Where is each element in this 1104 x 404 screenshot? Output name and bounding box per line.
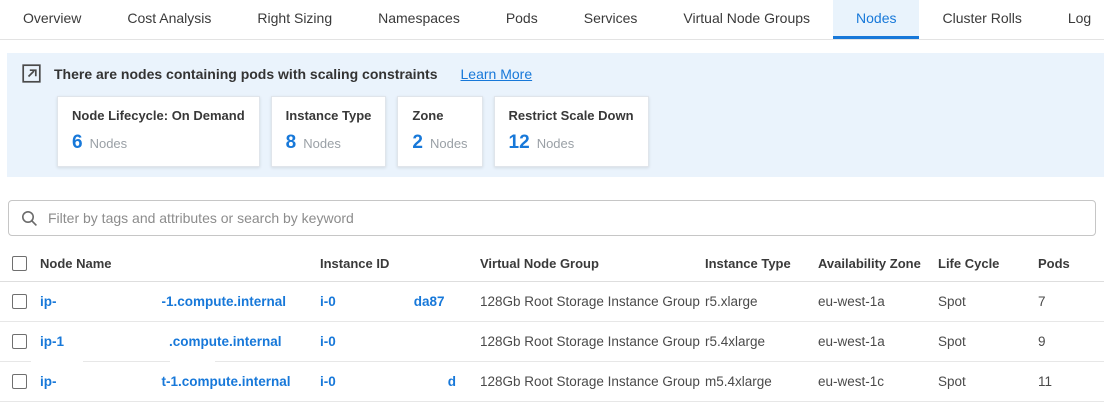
tab-services[interactable]: Services — [561, 0, 661, 39]
node-name-link[interactable]: t-1.compute.internal — [162, 374, 291, 389]
tab-log[interactable]: Log — [1045, 0, 1104, 39]
tab-pods[interactable]: Pods — [483, 0, 561, 39]
vng-cell: 128Gb Root Storage Instance Group — [480, 294, 705, 309]
instance-id-link[interactable]: i-0 — [320, 374, 336, 389]
col-pods[interactable]: Pods — [1038, 256, 1104, 271]
table-row[interactable]: ip-1 .compute.internal i-0 128Gb Root St… — [0, 322, 1104, 362]
scaling-constraints-banner: There are nodes containing pods with sca… — [7, 53, 1104, 177]
card-count: 12 — [509, 132, 530, 154]
col-instance-type[interactable]: Instance Type — [705, 256, 818, 271]
select-all-checkbox[interactable] — [12, 256, 27, 271]
tab-virtual-node-groups[interactable]: Virtual Node Groups — [660, 0, 833, 39]
instance-type-cell: m5.4xlarge — [705, 374, 818, 389]
tab-namespaces[interactable]: Namespaces — [355, 0, 483, 39]
life-cycle-cell: Spot — [938, 374, 1038, 389]
instance-type-cell: r5.xlarge — [705, 294, 818, 309]
card-node-lifecycle[interactable]: Node Lifecycle: On Demand 6 Nodes — [57, 96, 260, 167]
card-title: Restrict Scale Down — [509, 108, 634, 123]
table-row[interactable]: ip- -1.compute.internal i-0 da87 128Gb R… — [0, 282, 1104, 322]
search-input[interactable] — [48, 210, 1083, 226]
card-count: 8 — [286, 132, 297, 154]
card-zone[interactable]: Zone 2 Nodes — [397, 96, 482, 167]
instance-id-link[interactable]: i-0 — [320, 334, 336, 349]
select-row-checkbox[interactable] — [12, 294, 27, 309]
card-title: Instance Type — [286, 108, 372, 123]
col-virtual-node-group[interactable]: Virtual Node Group — [480, 256, 705, 271]
instance-type-cell: r5.4xlarge — [705, 334, 818, 349]
col-availability-zone[interactable]: Availability Zone — [818, 256, 938, 271]
card-unit: Nodes — [90, 136, 128, 151]
availability-zone-cell: eu-west-1a — [818, 334, 938, 349]
node-name-link[interactable]: -1.compute.internal — [162, 294, 287, 309]
tab-nodes[interactable]: Nodes — [833, 0, 919, 39]
tab-cluster-rolls[interactable]: Cluster Rolls — [919, 0, 1044, 39]
select-row-checkbox[interactable] — [12, 334, 27, 349]
card-title: Zone — [412, 108, 467, 123]
life-cycle-cell: Spot — [938, 294, 1038, 309]
constraint-cards: Node Lifecycle: On Demand 6 Nodes Instan… — [57, 96, 1104, 167]
vng-cell: 128Gb Root Storage Instance Group — [480, 374, 705, 389]
tab-cost-analysis[interactable]: Cost Analysis — [104, 0, 234, 39]
col-node-name[interactable]: Node Name — [40, 256, 320, 271]
card-count: 6 — [72, 132, 83, 154]
filter-search-box[interactable] — [8, 200, 1096, 236]
scale-external-link-icon — [22, 64, 41, 83]
life-cycle-cell: Spot — [938, 334, 1038, 349]
vng-cell: 128Gb Root Storage Instance Group — [480, 334, 705, 349]
instance-id-link[interactable]: d — [448, 374, 456, 389]
node-name-link[interactable]: .compute.internal — [169, 334, 282, 349]
tab-right-sizing[interactable]: Right Sizing — [234, 0, 355, 39]
node-name-link[interactable]: ip-1 — [40, 334, 64, 349]
learn-more-link[interactable]: Learn More — [461, 66, 533, 82]
card-restrict-scale-down[interactable]: Restrict Scale Down 12 Nodes — [494, 96, 649, 167]
node-name-link[interactable]: ip- — [40, 294, 57, 309]
instance-id-link[interactable]: i-0 — [320, 294, 336, 309]
card-instance-type[interactable]: Instance Type 8 Nodes — [271, 96, 387, 167]
pods-cell: 7 — [1038, 294, 1104, 309]
card-count: 2 — [412, 132, 423, 154]
search-icon — [21, 210, 38, 227]
col-instance-id[interactable]: Instance ID — [320, 256, 480, 271]
card-unit: Nodes — [537, 136, 575, 151]
card-unit: Nodes — [303, 136, 341, 151]
select-row-checkbox[interactable] — [12, 374, 27, 389]
col-life-cycle[interactable]: Life Cycle — [938, 256, 1038, 271]
nodes-table-header: Node Name Instance ID Virtual Node Group… — [0, 246, 1104, 282]
pods-cell: 11 — [1038, 374, 1104, 389]
table-row[interactable]: ip- t-1.compute.internal i-0 d 128Gb Roo… — [0, 362, 1104, 402]
node-name-link[interactable]: ip- — [40, 374, 57, 389]
cluster-tab-bar: Overview Cost Analysis Right Sizing Name… — [0, 0, 1104, 40]
tab-overview[interactable]: Overview — [0, 0, 104, 39]
banner-message: There are nodes containing pods with sca… — [54, 66, 438, 82]
card-title: Node Lifecycle: On Demand — [72, 108, 245, 123]
availability-zone-cell: eu-west-1a — [818, 294, 938, 309]
instance-id-link[interactable]: da87 — [414, 294, 445, 309]
availability-zone-cell: eu-west-1c — [818, 374, 938, 389]
card-unit: Nodes — [430, 136, 468, 151]
pods-cell: 9 — [1038, 334, 1104, 349]
